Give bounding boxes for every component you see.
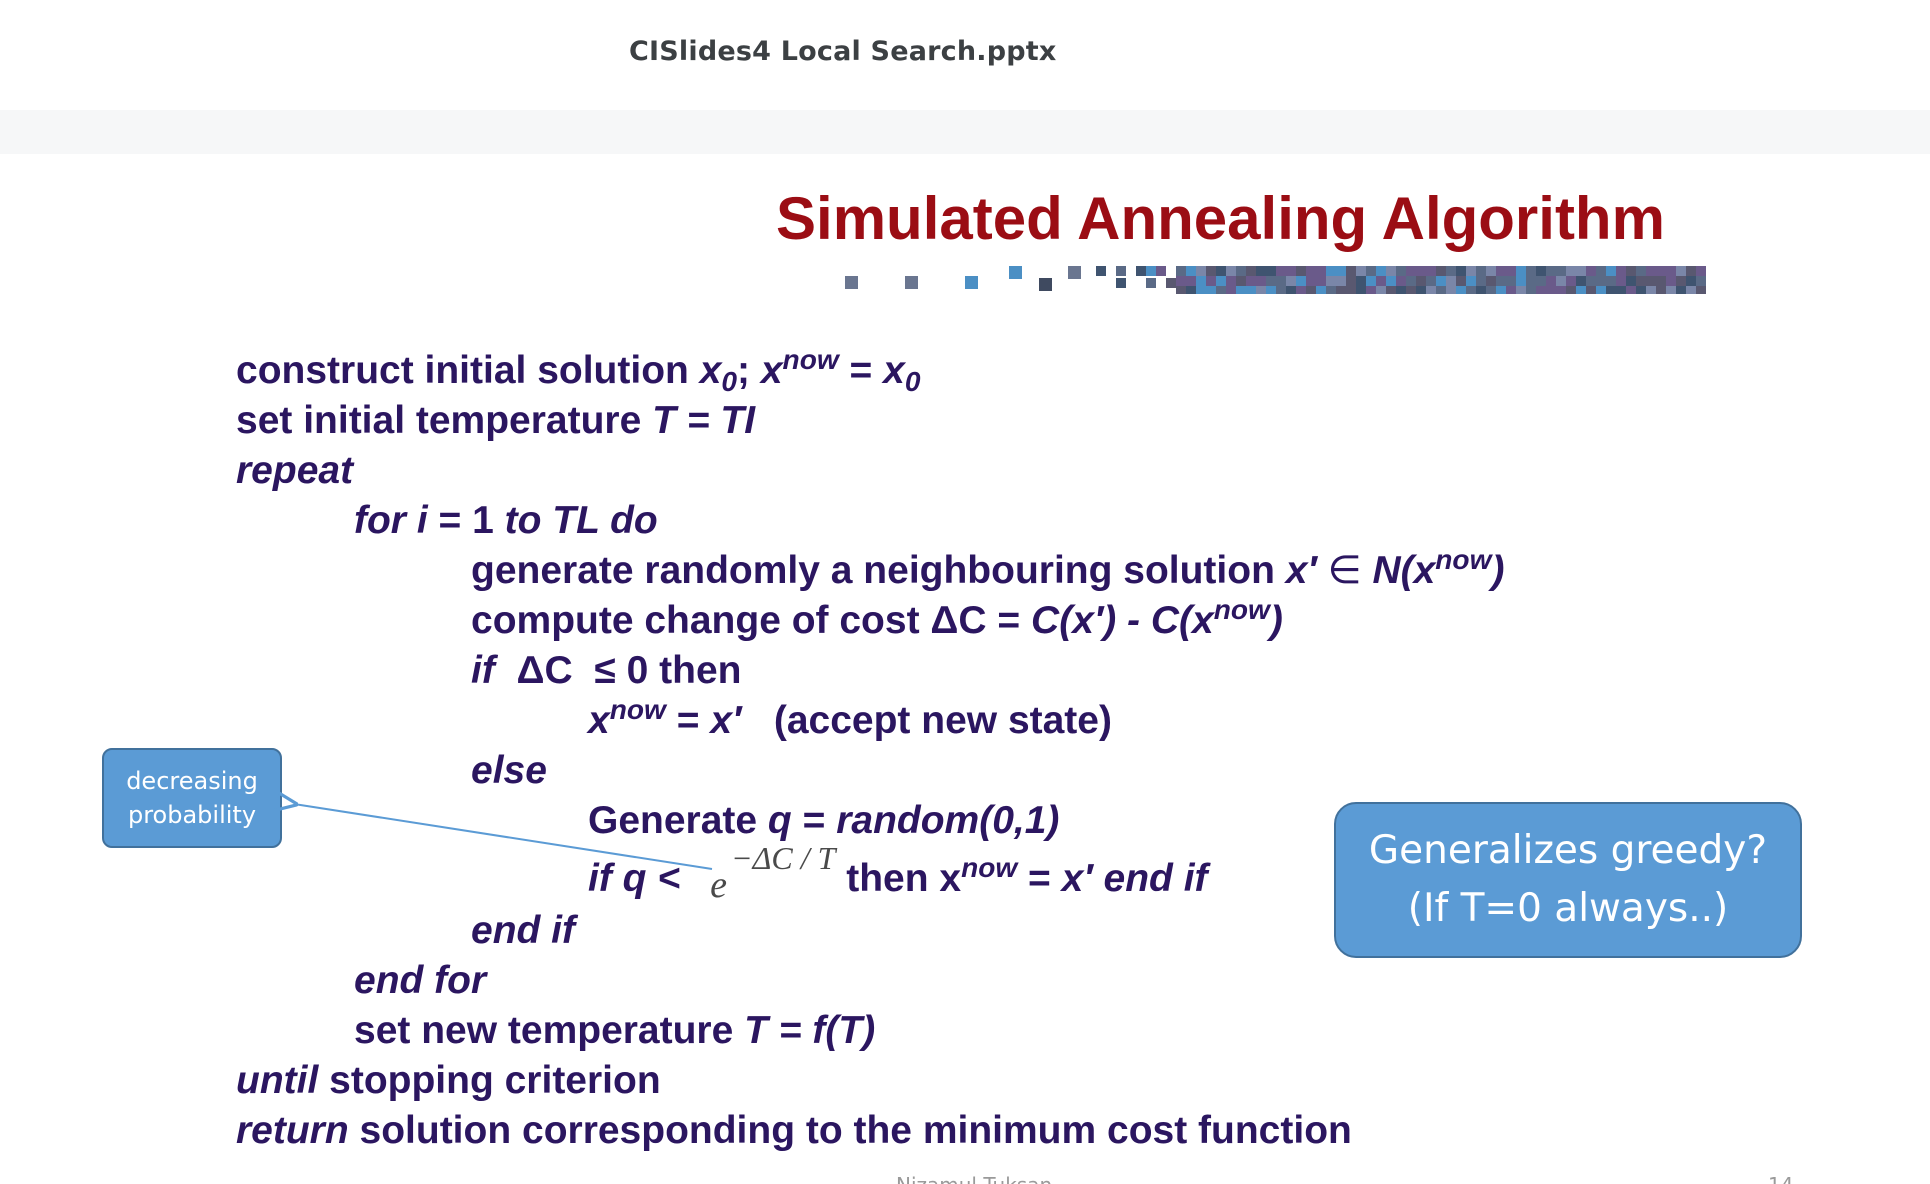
callout-big-line1: Generalizes greedy? bbox=[1368, 828, 1768, 873]
slide-footer-author: Nizamul Tuksan bbox=[896, 1173, 1052, 1184]
callout-generalizes-greedy: Generalizes greedy? (If T=0 always..) bbox=[1334, 802, 1802, 958]
viewer-band bbox=[0, 110, 1930, 154]
slide-page-number: 14 bbox=[1768, 1173, 1793, 1184]
callout-big-line2: (If T=0 always..) bbox=[1407, 886, 1729, 931]
top-bar: CISlides4 Local Search.pptx bbox=[0, 0, 1930, 110]
file-title: CISlides4 Local Search.pptx bbox=[629, 36, 1057, 67]
slide-canvas: Simulated Annealing Algorithm construct … bbox=[6, 154, 1930, 1184]
callout-arrow bbox=[6, 154, 713, 870]
